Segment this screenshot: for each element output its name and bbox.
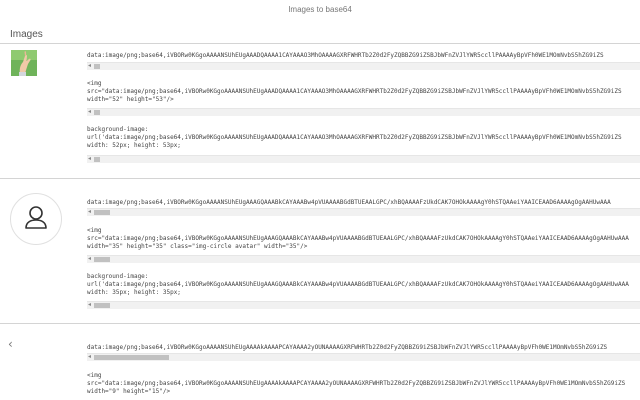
scrollbar-thumb[interactable] xyxy=(94,64,100,69)
scroll-left-arrow-icon[interactable]: ◂ xyxy=(88,353,91,360)
scroll-left-arrow-icon[interactable]: ◂ xyxy=(88,255,91,262)
img-tag-text[interactable]: <img src="data:image/png;base64,iVBORw0K… xyxy=(87,372,640,396)
item-divider xyxy=(0,178,640,179)
scroll-left-arrow-icon[interactable]: ◂ xyxy=(88,108,91,115)
data-uri-text[interactable]: data:image/png;base64,iVBORw0KGgoAAAANSU… xyxy=(87,199,640,207)
horizontal-scrollbar[interactable]: ◂ xyxy=(87,208,640,216)
horizontal-scrollbar[interactable]: ◂ xyxy=(87,353,640,361)
hand-photo-icon xyxy=(11,50,37,76)
img-tag-text[interactable]: <img src="data:image/png;base64,iVBORw0K… xyxy=(87,227,640,251)
horizontal-scrollbar[interactable]: ◂ xyxy=(87,155,640,163)
data-uri-text[interactable]: data:image/png;base64,iVBORw0KGgoAAAANSU… xyxy=(87,344,640,352)
images-section-title: Images xyxy=(10,29,43,40)
scrollbar-thumb[interactable] xyxy=(94,355,169,360)
scroll-left-arrow-icon[interactable]: ◂ xyxy=(88,301,91,308)
css-background-text[interactable]: background-image: url('data:image/png;ba… xyxy=(87,273,640,297)
scrollbar-thumb[interactable] xyxy=(94,303,110,308)
img-tag-text[interactable]: <img src="data:image/png;base64,iVBORw0K… xyxy=(87,80,640,104)
chevron-left-image-icon: ‹ xyxy=(8,337,13,351)
scroll-left-arrow-icon[interactable]: ◂ xyxy=(88,155,91,162)
scroll-left-arrow-icon[interactable]: ◂ xyxy=(88,208,91,215)
scrollbar-thumb[interactable] xyxy=(94,210,110,215)
scrollbar-thumb[interactable] xyxy=(94,110,100,115)
scrollbar-thumb[interactable] xyxy=(94,257,110,262)
user-avatar-icon xyxy=(10,193,62,245)
data-uri-text[interactable]: data:image/png;base64,iVBORw0KGgoAAAANSU… xyxy=(87,52,640,60)
css-background-text[interactable]: background-image: url('data:image/png;ba… xyxy=(87,126,640,150)
horizontal-scrollbar[interactable]: ◂ xyxy=(87,301,640,309)
scroll-left-arrow-icon[interactable]: ◂ xyxy=(88,62,91,69)
scrollbar-thumb[interactable] xyxy=(94,157,100,162)
header-divider xyxy=(0,43,640,44)
item-divider xyxy=(0,323,640,324)
horizontal-scrollbar[interactable]: ◂ xyxy=(87,62,640,70)
app-title: Images to base64 xyxy=(288,5,352,14)
horizontal-scrollbar[interactable]: ◂ xyxy=(87,255,640,263)
horizontal-scrollbar[interactable]: ◂ xyxy=(87,108,640,116)
